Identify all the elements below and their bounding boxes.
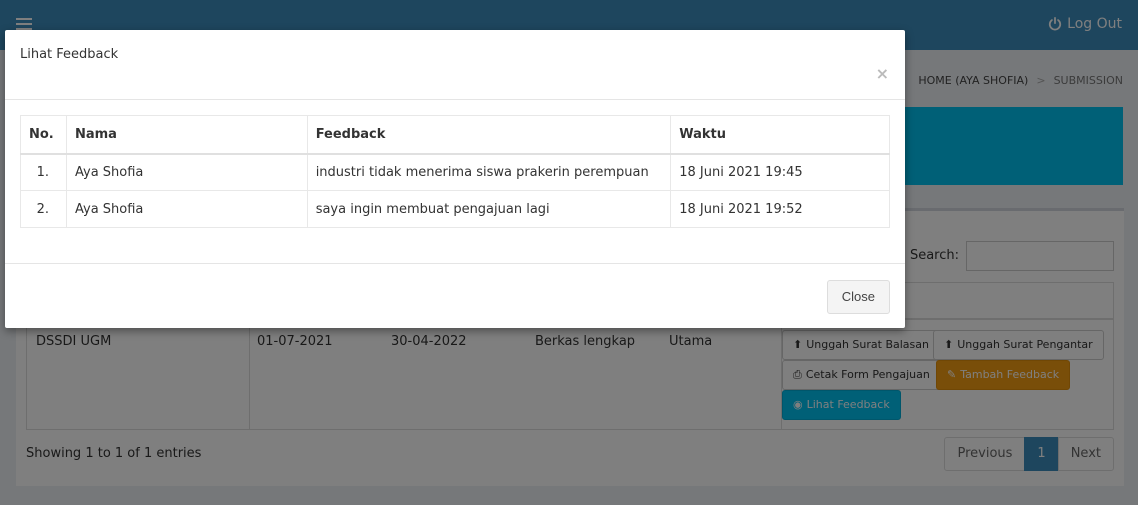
modal-footer: Close bbox=[5, 263, 905, 328]
modal-header: Lihat Feedback × bbox=[5, 30, 905, 100]
cell-no: 2. bbox=[20, 190, 67, 228]
cell-waktu: 18 Juni 2021 19:52 bbox=[670, 190, 890, 228]
close-icon[interactable]: × bbox=[876, 64, 889, 83]
feedback-table: No. Nama Feedback Waktu 1. Aya Shofia in… bbox=[20, 115, 890, 228]
column-header-waktu: Waktu bbox=[670, 115, 890, 155]
cell-nama: Aya Shofia bbox=[65, 190, 308, 228]
cell-waktu: 18 Juni 2021 19:45 bbox=[670, 153, 890, 191]
column-header-no: No. bbox=[20, 115, 67, 155]
cell-feedback: industri tidak menerima siswa prakerin p… bbox=[306, 153, 672, 191]
close-button[interactable]: Close bbox=[826, 280, 890, 314]
column-header-feedback: Feedback bbox=[306, 115, 672, 155]
table-row: 1. Aya Shofia industri tidak menerima si… bbox=[20, 153, 890, 191]
cell-no: 1. bbox=[20, 153, 67, 191]
cell-feedback: saya ingin membuat pengajuan lagi bbox=[306, 190, 672, 228]
table-row: 2. Aya Shofia saya ingin membuat pengaju… bbox=[20, 190, 890, 228]
modal-title: Lihat Feedback bbox=[20, 47, 119, 62]
cell-nama: Aya Shofia bbox=[65, 153, 308, 191]
table-header-row: No. Nama Feedback Waktu bbox=[20, 115, 890, 155]
column-header-nama: Nama bbox=[65, 115, 308, 155]
modal-body: No. Nama Feedback Waktu 1. Aya Shofia in… bbox=[20, 115, 890, 228]
feedback-modal: Lihat Feedback × No. Nama Feedback Waktu bbox=[5, 30, 905, 328]
